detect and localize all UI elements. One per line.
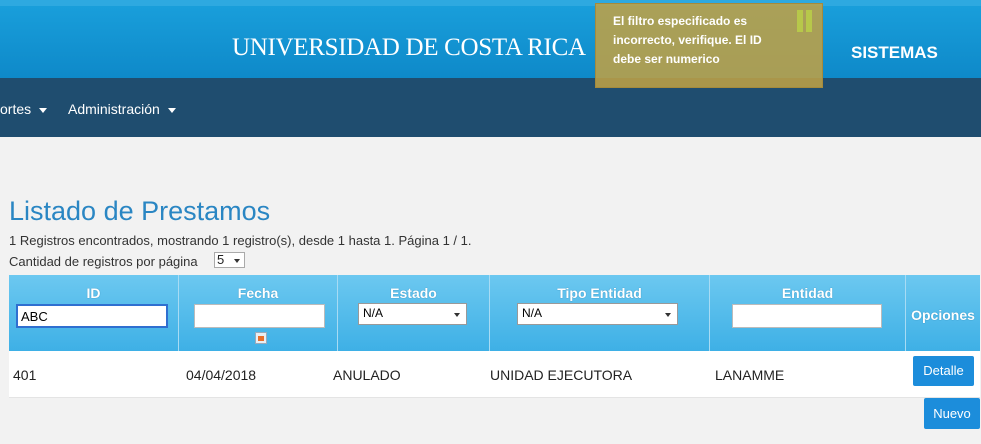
nav-item-reportes[interactable]: ortes	[0, 101, 48, 117]
cell-estado: ANULADO	[333, 367, 401, 383]
table-header: ID Fecha Estado N/A Tipo Entidad N/A Ent…	[9, 275, 980, 351]
tipo-entidad-selected: N/A	[522, 306, 543, 320]
estado-selected: N/A	[363, 306, 384, 320]
column-tipo-entidad: Tipo Entidad N/A	[490, 275, 710, 351]
tipo-entidad-filter-select[interactable]: N/A	[517, 303, 678, 325]
chevron-down-icon	[167, 107, 176, 113]
pause-icon[interactable]	[797, 10, 813, 32]
entidad-filter-input[interactable]	[732, 304, 882, 328]
top-header: UNIVERSIDAD DE COSTA RICA SISTEMAS	[0, 0, 981, 78]
chevron-down-icon	[454, 313, 460, 317]
cell-tipo-entidad: UNIDAD EJECUTORA	[490, 367, 633, 383]
column-header-estado: Estado	[390, 285, 437, 301]
results-summary: 1 Registros encontrados, mostrando 1 reg…	[9, 233, 472, 248]
error-notification: El filtro especificado es incorrecto, ve…	[595, 3, 823, 88]
column-fecha: Fecha	[179, 275, 338, 351]
sistemas-link[interactable]: SISTEMAS	[851, 43, 938, 63]
header-strip	[0, 0, 981, 6]
column-header-tipo-entidad: Tipo Entidad	[557, 285, 642, 301]
column-header-fecha: Fecha	[237, 285, 279, 301]
column-header-opciones: Opciones	[911, 307, 975, 323]
chevron-down-icon	[39, 107, 48, 113]
error-message: El filtro especificado es incorrecto, ve…	[613, 14, 762, 66]
cell-entidad: LANAMME	[715, 367, 785, 383]
cell-id: 401	[13, 367, 37, 383]
column-opciones: Opciones	[906, 275, 980, 351]
column-entidad: Entidad	[710, 275, 906, 351]
per-page-label: Cantidad de registros por página	[9, 254, 198, 269]
column-estado: Estado N/A	[338, 275, 490, 351]
detail-button[interactable]: Detalle	[913, 356, 974, 386]
nav-item-label: ortes	[0, 101, 32, 117]
nav-item-administracion[interactable]: Administración	[68, 101, 176, 117]
new-button[interactable]: Nuevo	[924, 398, 980, 429]
chevron-down-icon	[665, 313, 671, 317]
nav-item-label: Administración	[68, 101, 160, 117]
calendar-icon[interactable]	[255, 332, 267, 344]
column-header-entidad: Entidad	[781, 285, 834, 301]
column-header-id: ID	[86, 285, 101, 301]
table-row: 401 04/04/2018 ANULADO UNIDAD EJECUTORA …	[9, 351, 980, 398]
per-page-select[interactable]: 5	[214, 252, 245, 268]
column-id: ID	[9, 275, 179, 351]
chevron-down-icon	[234, 259, 240, 263]
fecha-filter-input[interactable]	[194, 304, 325, 328]
cell-fecha: 04/04/2018	[186, 367, 257, 383]
per-page-value: 5	[217, 252, 225, 267]
page-title: Listado de Prestamos	[9, 196, 271, 226]
id-filter-input[interactable]	[16, 304, 168, 328]
university-title[interactable]: UNIVERSIDAD DE COSTA RICA	[232, 34, 586, 62]
estado-filter-select[interactable]: N/A	[358, 303, 467, 325]
